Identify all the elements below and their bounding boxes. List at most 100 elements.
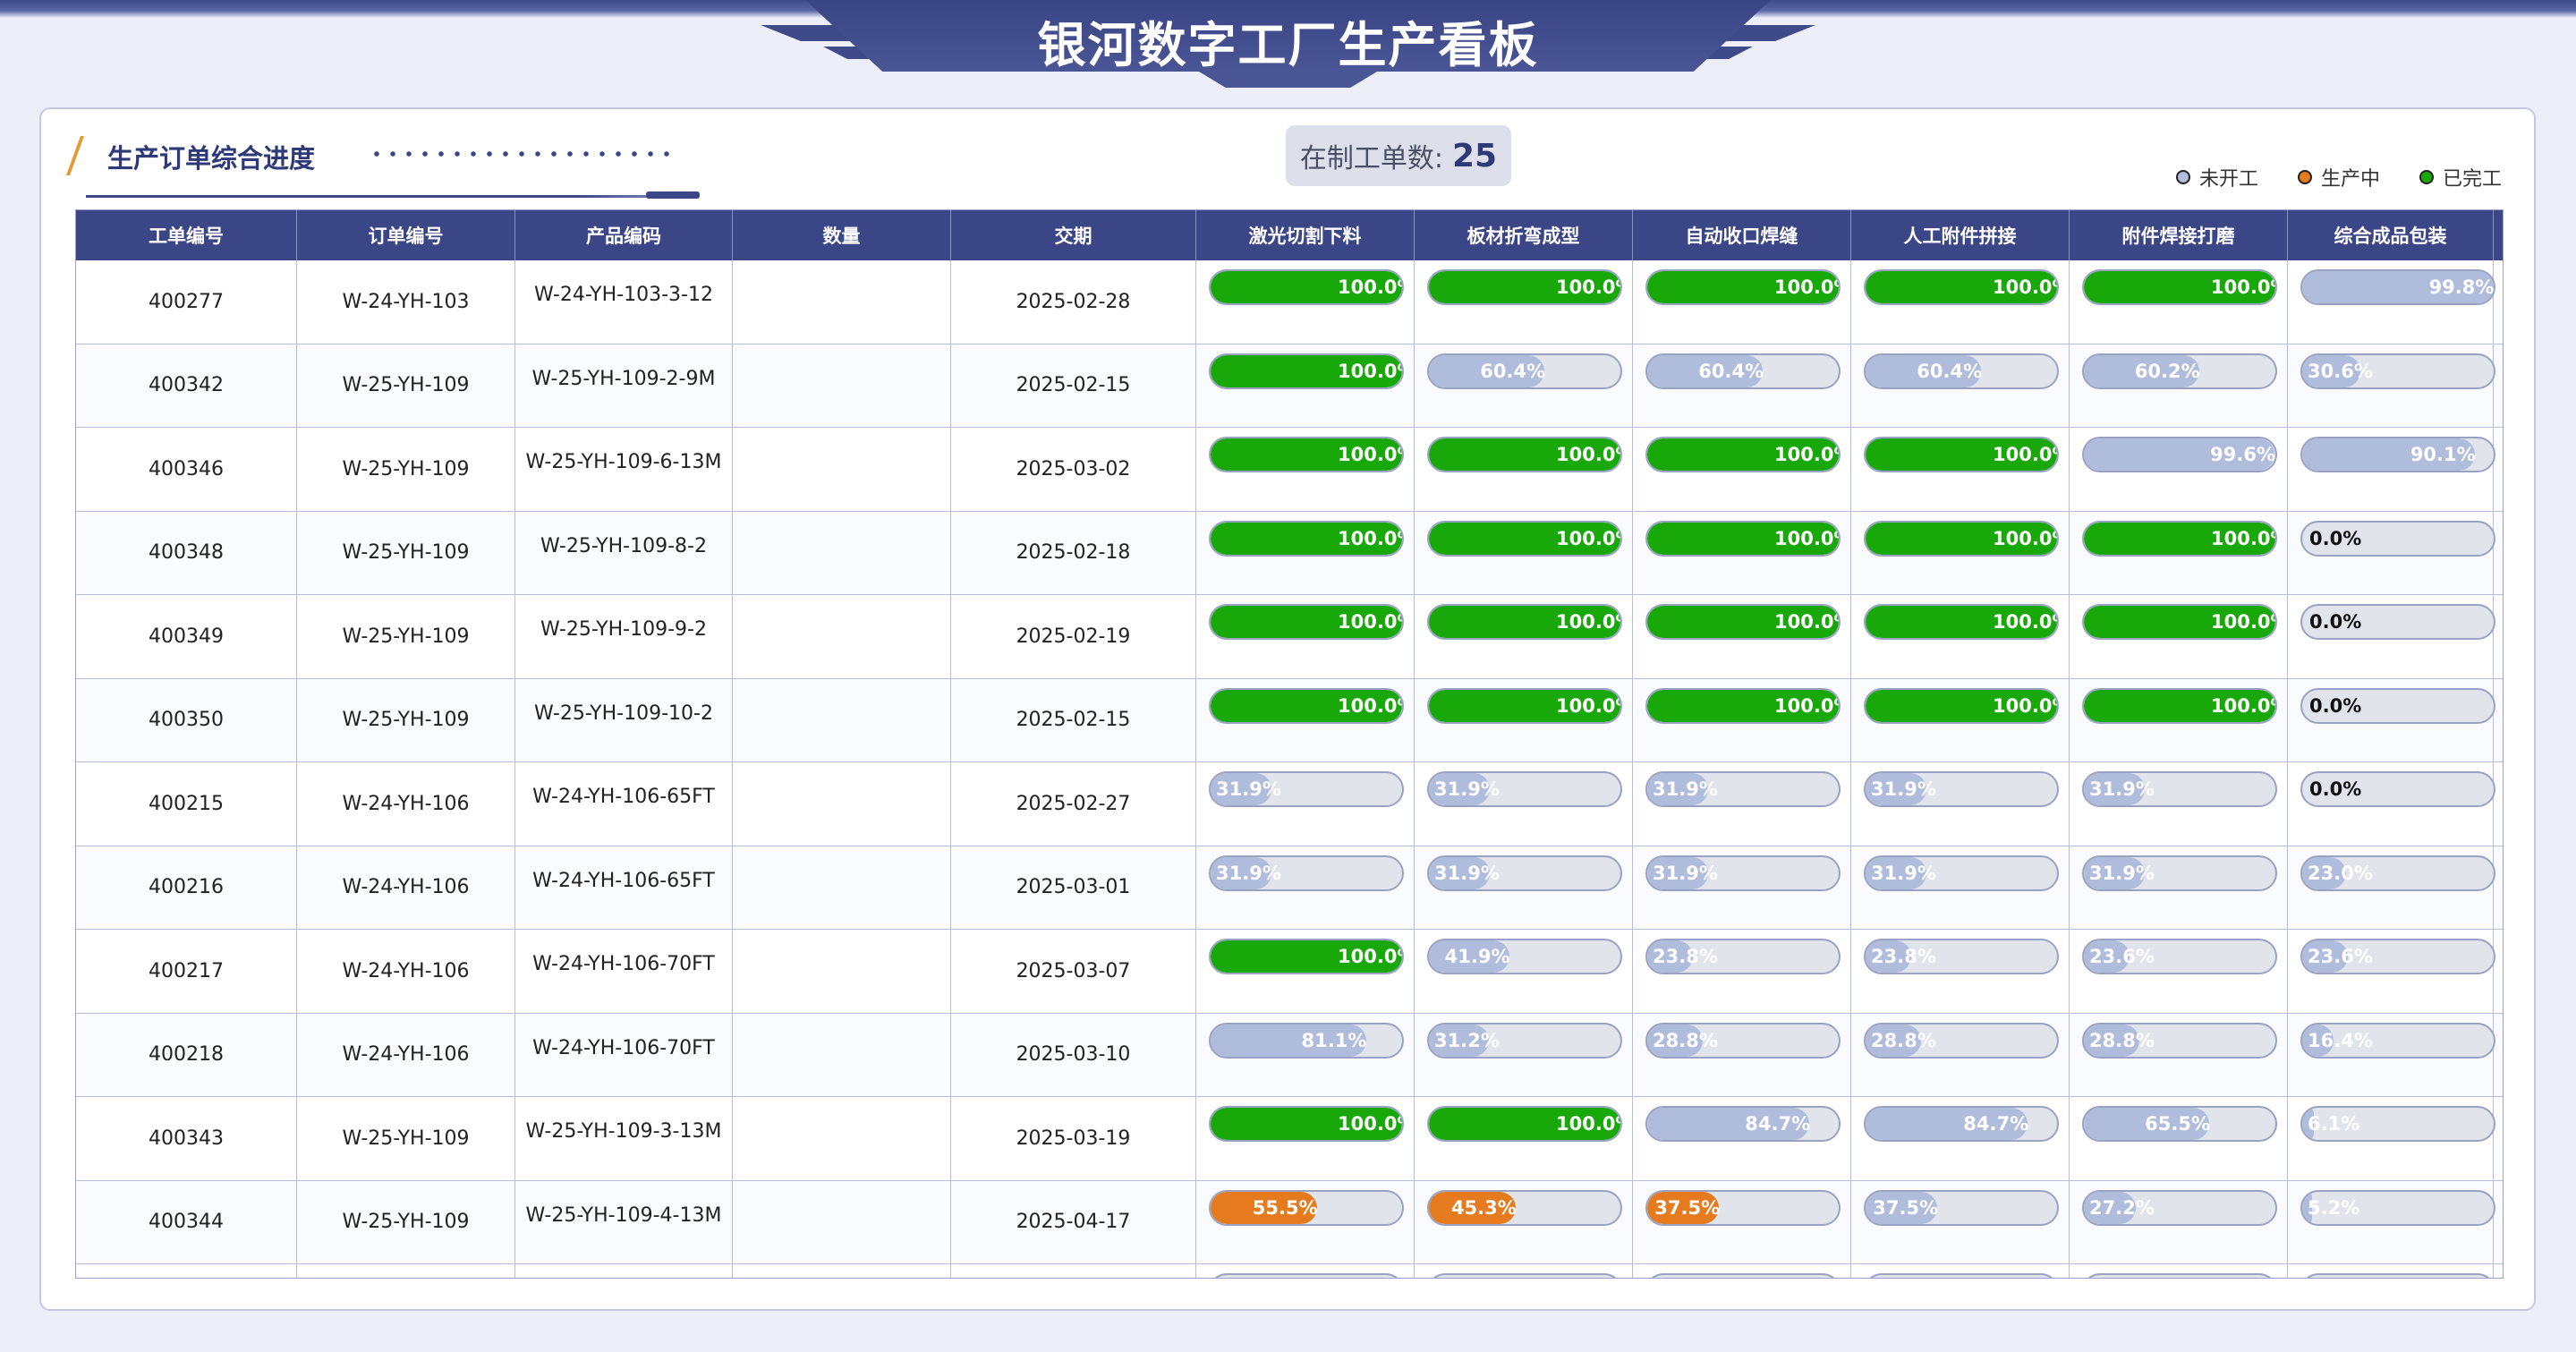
progress-bar: 28.8% — [1645, 1022, 1841, 1059]
cell-progress: 23.6% — [2288, 930, 2495, 1013]
cell-qty — [733, 678, 951, 761]
table-row[interactable]: 400342 W-25-YH-109 W-25-YH-109-2-9M 2025-02… — [76, 344, 2503, 428]
progress-bar-label: 23.6% — [2089, 946, 2155, 967]
table-row[interactable]: 400277 W-24-YH-103 W-24-YH-103-3-12 2025-02… — [76, 260, 2503, 344]
table-body: 400277 W-24-YH-103 W-24-YH-103-3-12 2025-02… — [76, 260, 2503, 1278]
progress-bar-label: 100.0% — [2211, 611, 2275, 633]
progress-bar-label: 23.8% — [1653, 946, 1718, 967]
cell-progress: 100.0% — [1415, 260, 1633, 344]
page-title: 银河数字工厂生产看板 — [1037, 17, 1539, 73]
table-row[interactable]: 400346 W-25-YH-109 W-25-YH-109-6-13M 2025-0… — [76, 428, 2503, 512]
cell-partial — [76, 1264, 297, 1278]
cell-partial — [1633, 1264, 1851, 1278]
cell-progress: 60.4% — [1633, 344, 1851, 427]
cell-wo: 400346 — [76, 428, 297, 511]
section-underline-cap — [646, 191, 700, 199]
table-row[interactable]: 400349 W-25-YH-109 W-25-YH-109-9-2 2025-02-… — [76, 595, 2503, 679]
progress-bar: 31.9% — [2082, 855, 2277, 891]
cell-progress: 65.5% — [2070, 1097, 2288, 1180]
column-header: 激光切割下料 — [1196, 210, 1415, 260]
progress-bar-label: 100.0% — [1556, 276, 1620, 298]
progress-bar-label: 99.6% — [2210, 444, 2275, 465]
cell-order: W-24-YH-106 — [297, 1013, 515, 1096]
cell-progress: 100.0% — [1196, 511, 1415, 594]
progress-bar: 31.9% — [1864, 771, 2059, 807]
table-row-partial[interactable] — [76, 1264, 2503, 1278]
progress-bar: 100.0% — [1645, 269, 1841, 305]
cell-progress: 31.9% — [2070, 846, 2288, 929]
progress-bar-label: 100.0% — [1338, 444, 1402, 465]
progress-bar: 31.2% — [1427, 1022, 1622, 1059]
table-row[interactable]: 400350 W-25-YH-109 W-25-YH-109-10-2 2025-02… — [76, 678, 2503, 762]
progress-bar: 65.5% — [2082, 1106, 2277, 1142]
progress-bar: 23.8% — [1645, 939, 1841, 974]
cell-progress: 100.0% — [1196, 260, 1415, 344]
table-row[interactable]: 400348 W-25-YH-109 W-25-YH-109-8-2 2025-02-… — [76, 511, 2503, 595]
cell-code: W-24-YH-106-70FT — [515, 1013, 733, 1096]
progress-bar-label: 99.8% — [2428, 276, 2495, 298]
progress-bar-label: 31.9% — [1871, 862, 1936, 884]
progress-bar-label: 100.0% — [2211, 694, 2275, 717]
cell-progress: 31.9% — [1196, 846, 1415, 929]
progress-bar: 23.6% — [2082, 939, 2277, 974]
cell-wo: 400349 — [76, 595, 297, 678]
legend-item-not-started: 未开工 — [2175, 163, 2258, 191]
cell-progress: 55.5% — [1196, 1180, 1415, 1263]
cell-wo: 400342 — [76, 344, 297, 427]
cell-progress: 99.6% — [2070, 428, 2288, 511]
progress-bar-label: 31.9% — [2089, 862, 2155, 884]
progress-bar: 100.0% — [1864, 687, 2059, 724]
table-row[interactable]: 400218 W-24-YH-106 W-24-YH-106-70FT 2025-03… — [76, 1013, 2503, 1097]
progress-bar: 41.9% — [1427, 939, 1622, 974]
progress-bar-label: 31.9% — [1216, 862, 1281, 884]
cell-progress: 100.0% — [1415, 428, 1633, 511]
progress-bar-label: 100.0% — [1556, 444, 1620, 465]
cell-qty — [733, 428, 951, 511]
cell-due: 2025-02-27 — [951, 762, 1196, 846]
cell-partial — [297, 1264, 515, 1278]
cell-code: W-25-YH-109-6-13M — [515, 428, 733, 511]
cell-progress: 23.6% — [2070, 930, 2288, 1013]
cell-progress: 99.8% — [2288, 260, 2495, 344]
cell-progress: 90.1% — [2288, 428, 2495, 511]
table-row[interactable]: 400216 W-24-YH-106 W-24-YH-106-65FT 2025-03… — [76, 846, 2503, 930]
section-title: 生产订单综合进度 — [107, 143, 316, 174]
table-row[interactable]: 400217 W-24-YH-106 W-24-YH-106-70FT 2025-03… — [76, 930, 2503, 1014]
cell-progress: 16.4% — [2288, 1013, 2495, 1096]
progress-bar-label: 31.9% — [1434, 778, 1500, 800]
cell-progress: 31.9% — [1851, 762, 2070, 846]
table-row[interactable]: 400215 W-24-YH-106 W-24-YH-106-65FT 2025-02… — [76, 762, 2503, 846]
cell-progress: 27.2% — [2070, 1180, 2288, 1263]
cell-progress: 100.0% — [1851, 678, 2070, 761]
progress-bar-label: 60.4% — [1917, 360, 1983, 382]
cell-progress: 31.9% — [2070, 762, 2288, 846]
cell-progress: 100.0% — [2070, 678, 2288, 761]
cell-progress: 100.0% — [1851, 511, 2070, 594]
legend-dot-icon — [2297, 170, 2312, 184]
progress-bar-label: 100.0% — [1993, 527, 2057, 549]
progress-bar: 100.0% — [1645, 687, 1841, 724]
progress-bar: 100.0% — [1427, 520, 1622, 557]
legend-dot-icon — [2175, 170, 2190, 184]
progress-bar-label: 100.0% — [1993, 611, 2057, 633]
column-header: 综合成品包装 — [2288, 210, 2494, 260]
progress-bar-label: 100.0% — [1993, 444, 2057, 465]
cell-progress: 5.2% — [2288, 1180, 2495, 1263]
progress-bar-label: 100.0% — [2211, 276, 2275, 298]
progress-bar: 100.0% — [1864, 269, 2059, 305]
progress-bar: 60.4% — [1864, 353, 2059, 389]
cell-progress: 31.9% — [1633, 762, 1851, 846]
table-row[interactable]: 400343 W-25-YH-109 W-25-YH-109-3-13M 2025-0… — [76, 1097, 2503, 1181]
cell-wo: 400218 — [76, 1013, 297, 1096]
cell-progress: 0.0% — [2288, 595, 2495, 678]
progress-bar: 99.8% — [2300, 269, 2495, 305]
cell-progress: 37.5% — [1851, 1180, 2070, 1263]
table-row[interactable]: 400344 W-25-YH-109 W-25-YH-109-4-13M 2025-0… — [76, 1180, 2503, 1264]
cell-due: 2025-02-19 — [951, 595, 1196, 678]
wip-count-badge: 在制工单数: 25 — [1286, 125, 1511, 186]
progress-bar: 16.4% — [2300, 1022, 2495, 1059]
cell-progress: 84.7% — [1633, 1097, 1851, 1180]
progress-bar-label: 100.0% — [1774, 444, 1839, 465]
cell-qty — [733, 511, 951, 594]
progress-bar: 45.3% — [1427, 1189, 1622, 1226]
